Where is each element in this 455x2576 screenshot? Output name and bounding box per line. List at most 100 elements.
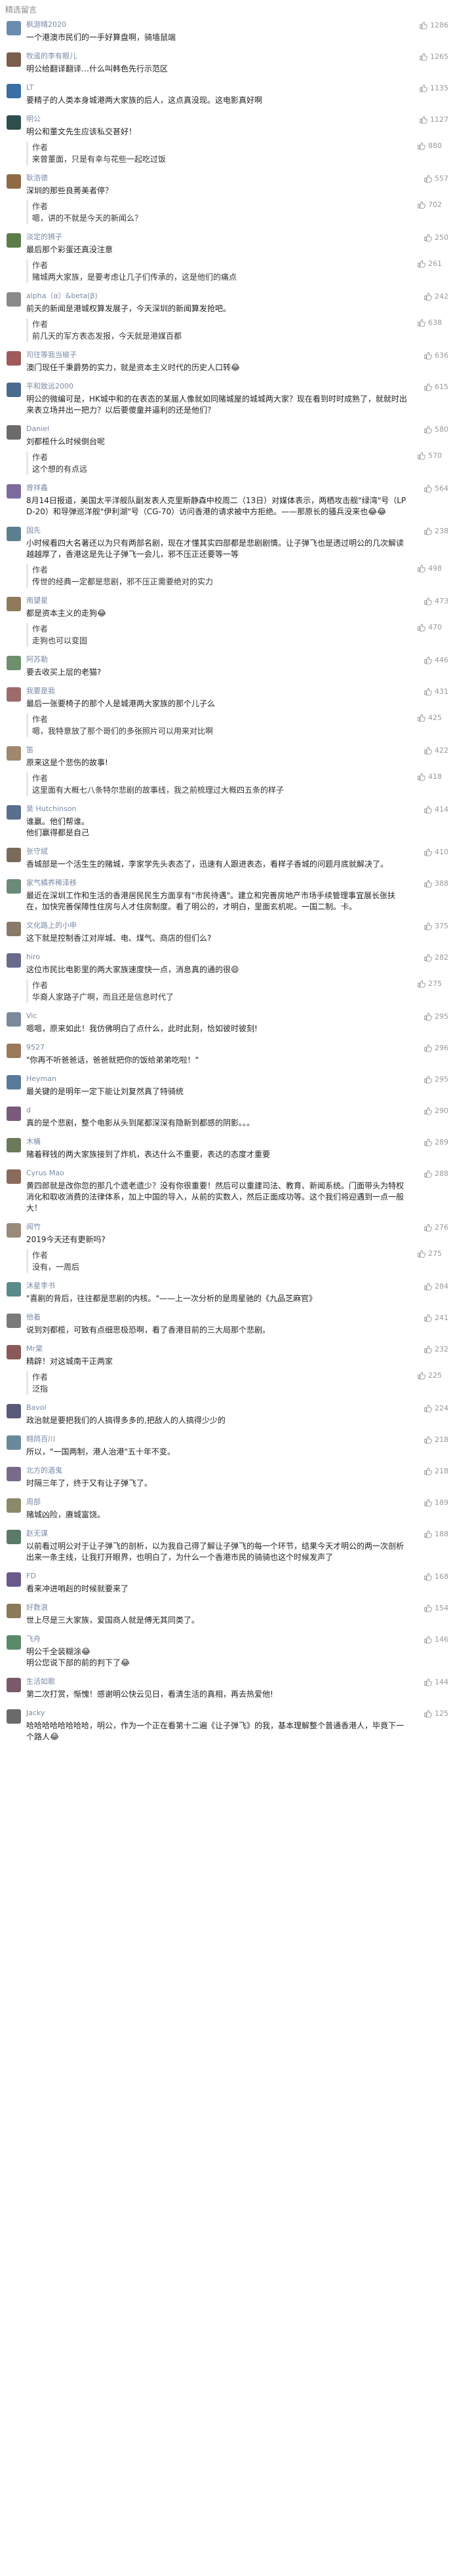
comment-nickname[interactable]: 沐星李书	[26, 1281, 409, 1291]
reply-like-button[interactable]: 275	[417, 979, 442, 988]
reply-like-button[interactable]: 570	[417, 451, 442, 460]
comment-nickname[interactable]: 木桶	[26, 1137, 409, 1147]
comment-nickname[interactable]: 好数浪	[26, 1602, 409, 1613]
comment-nickname[interactable]: 飞舟	[26, 1634, 409, 1644]
like-button[interactable]: 1135	[419, 84, 448, 92]
comment-nickname[interactable]: Daniel	[26, 424, 409, 434]
comment-nickname[interactable]: LT	[26, 83, 409, 93]
avatar[interactable]	[7, 1678, 21, 1692]
avatar[interactable]	[7, 1709, 21, 1724]
like-button[interactable]: 615	[424, 383, 448, 391]
avatar[interactable]	[7, 1404, 21, 1418]
reply-like-button[interactable]: 225	[417, 1371, 442, 1380]
like-button[interactable]: 557	[424, 174, 448, 183]
comment-nickname[interactable]: 他着	[26, 1312, 409, 1323]
like-button[interactable]: 188	[424, 1530, 448, 1538]
like-button[interactable]: 154	[424, 1604, 448, 1612]
comment-nickname[interactable]: 北方的酒鬼	[26, 1466, 409, 1476]
like-button[interactable]: 375	[424, 922, 448, 930]
like-button[interactable]: 636	[424, 351, 448, 360]
reply-like-button[interactable]: 425	[417, 713, 442, 722]
reply-like-button[interactable]: 702	[417, 200, 442, 209]
like-button[interactable]: 388	[424, 879, 448, 888]
avatar[interactable]	[7, 922, 21, 936]
avatar[interactable]	[7, 1635, 21, 1650]
like-button[interactable]: 564	[424, 484, 448, 493]
avatar[interactable]	[7, 1107, 21, 1121]
like-button[interactable]: 295	[424, 1075, 448, 1084]
comment-nickname[interactable]: 昊 Hutchinson	[26, 804, 409, 814]
like-button[interactable]: 1265	[419, 52, 448, 61]
avatar[interactable]	[7, 174, 21, 189]
like-button[interactable]: 289	[424, 1138, 448, 1146]
comment-nickname[interactable]: Jacky	[26, 1708, 409, 1718]
avatar[interactable]	[7, 1345, 21, 1359]
comment-nickname[interactable]: 笛	[26, 745, 409, 755]
reply-like-button[interactable]: 880	[417, 142, 442, 150]
comment-nickname[interactable]: 枫游晴2020	[26, 20, 409, 30]
like-button[interactable]: 144	[424, 1678, 448, 1686]
comment-nickname[interactable]: d	[26, 1105, 409, 1116]
like-button[interactable]: 241	[424, 1314, 448, 1322]
comment-nickname[interactable]: Vic	[26, 1011, 409, 1021]
like-button[interactable]: 125	[424, 1709, 448, 1718]
comment-nickname[interactable]: 耿浩德	[26, 173, 409, 183]
like-button[interactable]: 242	[424, 292, 448, 301]
avatar[interactable]	[7, 425, 21, 440]
avatar[interactable]	[7, 115, 21, 130]
like-button[interactable]: 218	[424, 1467, 448, 1475]
like-button[interactable]: 422	[424, 746, 448, 755]
comment-nickname[interactable]: 赵无谋	[26, 1528, 409, 1539]
avatar[interactable]	[7, 746, 21, 761]
avatar[interactable]	[7, 1044, 21, 1058]
avatar[interactable]	[7, 1435, 21, 1450]
like-button[interactable]: 250	[424, 233, 448, 242]
like-button[interactable]: 146	[424, 1635, 448, 1644]
like-button[interactable]: 232	[424, 1345, 448, 1354]
comment-nickname[interactable]: 生活如歌	[26, 1676, 409, 1687]
comment-nickname[interactable]: 平和致远2000	[26, 381, 409, 392]
like-button[interactable]: 218	[424, 1435, 448, 1444]
avatar[interactable]	[7, 351, 21, 366]
like-button[interactable]: 276	[424, 1223, 448, 1232]
comment-nickname[interactable]: hiro	[26, 952, 409, 962]
like-button[interactable]: 284	[424, 1282, 448, 1291]
comment-nickname[interactable]: 南望星	[26, 596, 409, 606]
avatar[interactable]	[7, 1498, 21, 1513]
comment-nickname[interactable]: 家气橘养稀泽移	[26, 878, 409, 888]
like-button[interactable]: 238	[424, 527, 448, 535]
avatar[interactable]	[7, 84, 21, 98]
like-button[interactable]: 431	[424, 687, 448, 696]
like-button[interactable]: 168	[424, 1572, 448, 1581]
comment-nickname[interactable]: 文化路上的小申	[26, 920, 409, 931]
comment-nickname[interactable]: 张守斌	[26, 846, 409, 857]
avatar[interactable]	[7, 233, 21, 248]
like-button[interactable]: 1127	[419, 115, 448, 124]
comment-nickname[interactable]: FD	[26, 1571, 409, 1582]
avatar[interactable]	[7, 52, 21, 67]
reply-like-button[interactable]: 498	[417, 564, 442, 573]
avatar[interactable]	[7, 1314, 21, 1328]
avatar[interactable]	[7, 1223, 21, 1238]
comment-nickname[interactable]: 曾祥鑫	[26, 483, 409, 493]
like-button[interactable]: 446	[424, 656, 448, 664]
avatar[interactable]	[7, 953, 21, 968]
like-button[interactable]: 189	[424, 1498, 448, 1507]
reply-like-button[interactable]: 418	[417, 772, 442, 781]
avatar[interactable]	[7, 1012, 21, 1027]
like-button[interactable]: 224	[424, 1404, 448, 1412]
comment-nickname[interactable]: Heyman	[26, 1074, 409, 1084]
like-button[interactable]: 1286	[419, 21, 448, 29]
avatar[interactable]	[7, 1075, 21, 1089]
avatar[interactable]	[7, 292, 21, 307]
avatar[interactable]	[7, 383, 21, 397]
comment-nickname[interactable]: 淡定的狮子	[26, 232, 409, 242]
avatar[interactable]	[7, 597, 21, 611]
comment-nickname[interactable]: 阿苏勒	[26, 654, 409, 665]
comment-nickname[interactable]: 明公	[26, 114, 409, 124]
reply-like-button[interactable]: 275	[417, 1249, 442, 1258]
reply-like-button[interactable]: 638	[417, 318, 442, 327]
avatar[interactable]	[7, 805, 21, 820]
avatar[interactable]	[7, 1604, 21, 1618]
comment-nickname[interactable]: 周部	[26, 1497, 409, 1507]
